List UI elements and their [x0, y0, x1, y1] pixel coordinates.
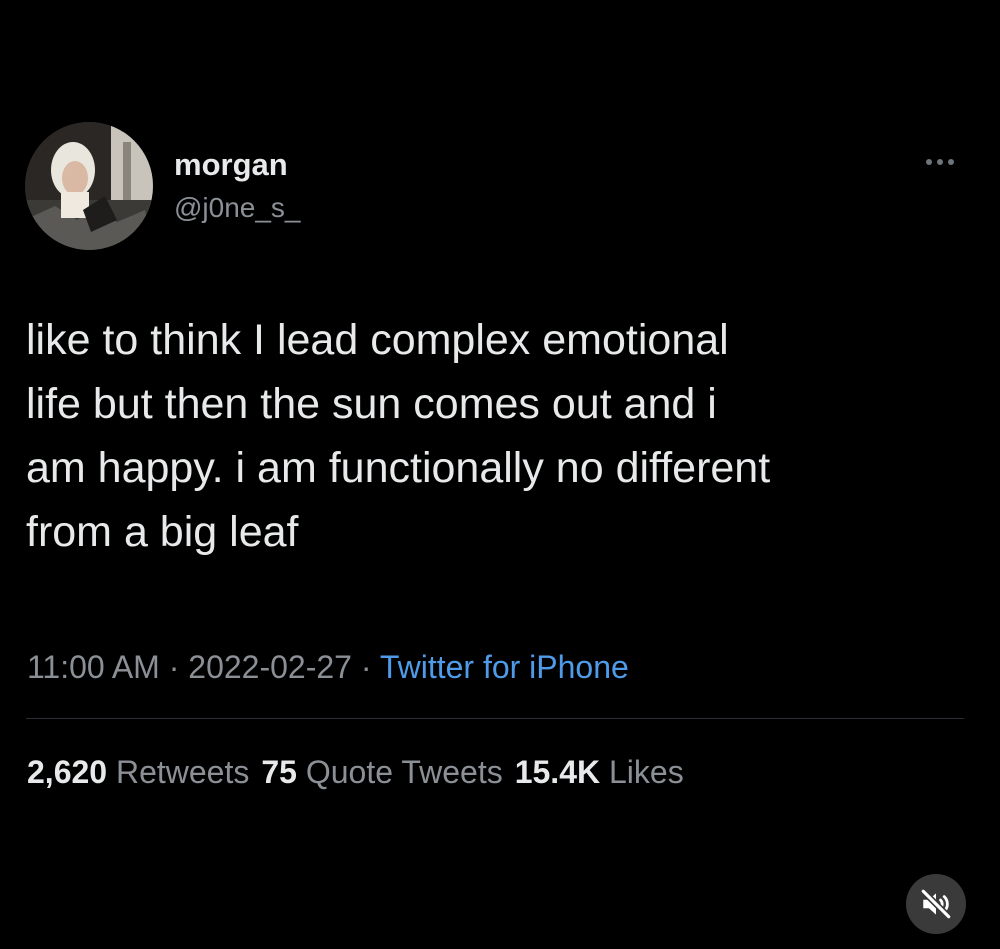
retweets-stat[interactable]: 2,620 Retweets — [27, 754, 249, 790]
more-horizontal-icon — [926, 159, 932, 165]
quote-tweets-count: 75 — [261, 754, 297, 790]
user-handle[interactable]: @j0ne_s_ — [174, 190, 301, 226]
retweets-count: 2,620 — [27, 754, 108, 790]
meta-separator: · — [168, 649, 180, 685]
user-avatar-photo — [25, 122, 153, 250]
divider — [26, 718, 964, 719]
likes-label: Likes — [608, 754, 684, 790]
likes-stat[interactable]: 15.4K Likes — [515, 754, 684, 790]
mute-toggle-button[interactable] — [906, 874, 966, 934]
tweet-time[interactable]: 11:00 AM — [27, 649, 160, 685]
muted-speaker-icon — [920, 888, 952, 920]
user-info: morgan @j0ne_s_ — [174, 146, 301, 226]
tweet-card: morgan @j0ne_s_ like to think I lead com… — [0, 0, 1000, 949]
tweet-metadata: 11:00 AM · 2022-02-27 · Twitter for iPho… — [27, 645, 629, 689]
tweet-date[interactable]: 2022-02-27 — [188, 649, 352, 685]
quote-tweets-label: Quote Tweets — [305, 754, 503, 790]
display-name[interactable]: morgan — [174, 146, 301, 184]
tweet-source-link[interactable]: Twitter for iPhone — [380, 649, 629, 685]
retweets-label: Retweets — [115, 754, 250, 790]
more-horizontal-icon-dot — [937, 159, 943, 165]
more-options-button[interactable] — [920, 150, 960, 174]
tweet-text: like to think I lead complex emotional l… — [26, 316, 771, 556]
quote-tweets-stat[interactable]: 75 Quote Tweets — [261, 754, 502, 790]
more-horizontal-icon-dot — [948, 159, 954, 165]
likes-count: 15.4K — [514, 754, 601, 790]
tweet-stats: 2,620 Retweets 75 Quote Tweets 15.4K Likes — [27, 750, 684, 794]
avatar[interactable] — [25, 122, 153, 250]
meta-separator: · — [360, 649, 372, 685]
